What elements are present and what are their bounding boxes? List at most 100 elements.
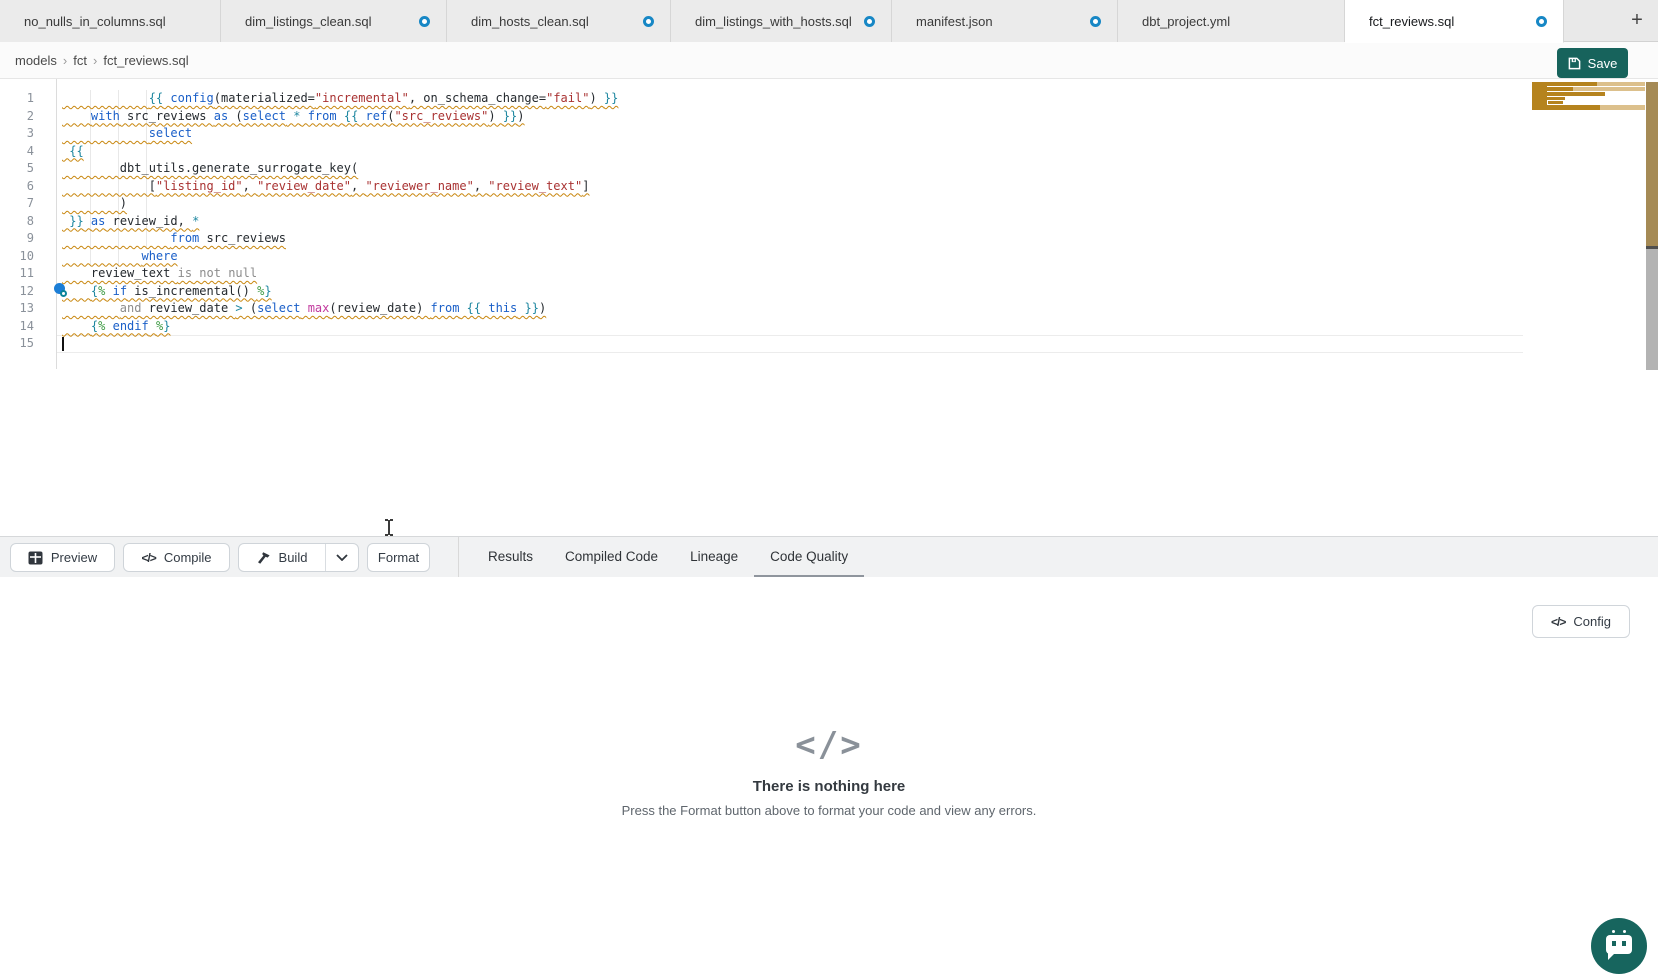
code-line-3[interactable]: select [62,125,618,143]
code-token: ref [366,109,388,123]
code-line-6[interactable]: ["listing_id", "review_date", "reviewer_… [62,178,618,196]
code-token: "reviewer_name" [365,179,473,193]
code-token: }} [503,109,517,123]
file-tab-dim_hosts_clean.sql[interactable]: dim_hosts_clean.sql [447,0,671,42]
code-token: }} [69,214,83,228]
code-token [62,91,149,105]
code-token [105,319,112,333]
code-token: dbt_utils.generate_surrogate_key( [62,161,358,175]
toolbar-divider [458,537,459,577]
preview-button[interactable]: Preview [10,543,115,572]
code-token: is_incremental() [127,284,257,298]
code-token: not [199,266,221,280]
breadcrumb-item[interactable]: models [15,53,57,68]
build-split-button: Build [238,543,359,572]
breadcrumb-item[interactable]: fct [73,53,87,68]
code-token: "src_reviews" [394,109,488,123]
file-tab-label: dim_listings_clean.sql [245,14,371,29]
file-tab-fct_reviews.sql[interactable]: fct_reviews.sql [1345,0,1564,43]
code-token [149,319,156,333]
code-token: > [235,301,242,315]
empty-state-title: There is nothing here [0,778,1658,795]
mouse-ibeam-cursor [385,519,394,536]
code-line-2[interactable]: with src_reviews as (select * from {{ re… [62,108,618,126]
code-token: as [91,214,105,228]
code-token: src_reviews [120,109,214,123]
config-button[interactable]: </> Config [1532,605,1630,638]
code-token [62,109,91,123]
file-tab-dim_listings_clean.sql[interactable]: dim_listings_clean.sql [221,0,447,42]
code-token: from [308,109,337,123]
code-line-9[interactable]: from src_reviews [62,230,618,248]
code-token: ) [517,109,524,123]
file-tab-dim_listings_with_hosts.sql[interactable]: dim_listings_with_hosts.sql [671,0,892,42]
file-tab-label: dim_listings_with_hosts.sql [695,14,852,29]
code-line-4[interactable]: {{ [62,143,618,161]
unsaved-changes-dot [643,16,654,27]
line-number: 9 [0,230,34,248]
panel-tab-results[interactable]: Results [472,537,549,577]
copilot-suggestion-icon[interactable] [54,283,70,299]
new-tab-button[interactable]: + [1624,8,1650,34]
file-tab-manifest.json[interactable]: manifest.json [892,0,1118,42]
line-number: 10 [0,248,34,266]
panel-tab-code-quality[interactable]: Code Quality [754,537,864,577]
unsaved-changes-dot [419,16,430,27]
code-token: ) [488,109,502,123]
code-token: ] [582,179,589,193]
panel-tab-compiled-code[interactable]: Compiled Code [549,537,674,577]
line-number: 12 [0,283,34,301]
build-button[interactable]: Build [239,544,326,571]
code-icon: </> [1551,615,1565,629]
code-token: ) [589,91,603,105]
compile-button[interactable]: </> Compile [123,543,230,572]
code-line-1[interactable]: {{ config(materialized="incremental", on… [62,90,618,108]
code-token: select [243,109,286,123]
chat-bot-icon [1606,935,1632,954]
empty-state-subtitle: Press the Format button above to format … [0,803,1658,818]
panel-tab-lineage[interactable]: Lineage [674,537,754,577]
build-options-button[interactable] [326,544,358,571]
save-button[interactable]: Save [1557,48,1628,78]
code-token: {{ [69,144,83,158]
code-token: , [351,179,365,193]
code-line-11[interactable]: review_text is not null [62,265,618,283]
file-tab-bar: no_nulls_in_columns.sql dim_listings_clea… [0,0,1658,42]
line-number: 3 [0,125,34,143]
code-token: (materialized= [214,91,315,105]
code-token: , [474,179,488,193]
code-token: }} [525,301,539,315]
line-number: 6 [0,178,34,196]
save-label: Save [1588,56,1618,71]
file-tab-dbt_project.yml[interactable]: dbt_project.yml [1118,0,1345,42]
code-line-8[interactable]: }} as review_id, * [62,213,618,231]
code-line-7[interactable]: ) [62,195,618,213]
code-line-5[interactable]: dbt_utils.generate_surrogate_key( [62,160,618,178]
code-token: as [214,109,228,123]
code-editor[interactable]: 123456789101112131415 {{ config(material… [0,79,1658,536]
code-token [62,301,120,315]
code-line-14[interactable]: {% endif %} [62,318,618,336]
line-number: 11 [0,265,34,283]
code-token: "fail" [546,91,589,105]
code-token: with [91,109,120,123]
code-token [517,301,524,315]
hammer-icon [257,551,271,565]
code-line-15[interactable] [62,335,618,353]
code-token: "review_text" [488,179,582,193]
code-token: [ [62,179,156,193]
code-line-12[interactable]: {% if is_incremental() %} [62,283,618,301]
code-line-10[interactable]: where [62,248,618,266]
assistant-chat-button[interactable] [1591,918,1647,974]
code-token: review_id, [105,214,192,228]
line-number: 1 [0,90,34,108]
code-token: * [192,214,199,228]
line-number: 4 [0,143,34,161]
editor-scrollbar-thumb[interactable] [1646,82,1658,247]
code-token: ) [62,196,127,210]
file-tab-no_nulls_in_columns.sql[interactable]: no_nulls_in_columns.sql [0,0,221,42]
code-token [62,231,170,245]
code-token: } [163,319,170,333]
format-button[interactable]: Format [367,543,430,572]
code-line-13[interactable]: and review_date > (select max(review_dat… [62,300,618,318]
